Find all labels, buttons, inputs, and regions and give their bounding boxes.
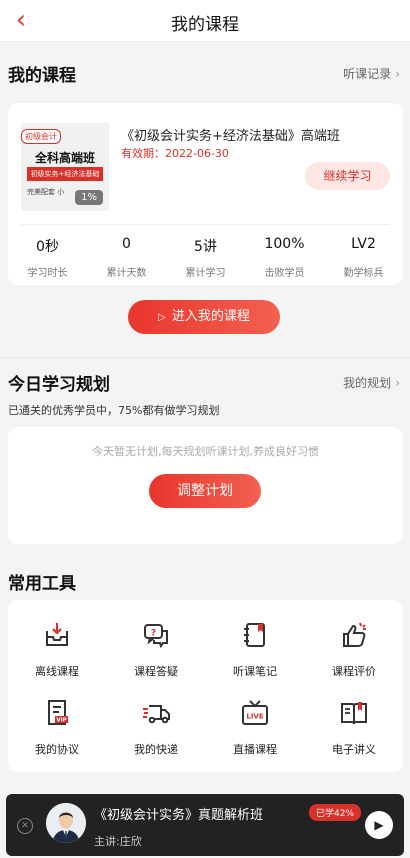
tool-course-qa[interactable]: ? 课程答疑 <box>107 620 205 679</box>
stat-label: 勤学标兵 <box>343 268 384 279</box>
tools-heading: 常用工具 <box>8 574 76 594</box>
tool-label: 离线课程 <box>35 665 79 678</box>
svg-text:?: ? <box>151 629 156 639</box>
top-bar: ‹ 我的课程 <box>0 0 410 42</box>
course-cover[interactable]: 初级会计 全科高端班 初级实务+经济法基础 完美配套 小 1% <box>21 123 109 211</box>
tool-label: 课程评价 <box>332 665 376 678</box>
continue-learning-button[interactable]: 继续学习 <box>305 162 390 190</box>
cover-progress-badge: 1% <box>75 190 103 205</box>
divider <box>21 224 390 225</box>
play-outline-icon: ▷ <box>158 312 166 323</box>
chat-question-icon: ? <box>144 624 168 649</box>
my-plan-link[interactable]: 我的规划 › <box>343 374 400 391</box>
stat-label: 击败学员 <box>264 268 305 279</box>
tool-offline-courses[interactable]: 离线课程 <box>8 620 106 679</box>
cover-main-text: 全科高端班 <box>34 151 95 165</box>
adjust-plan-button[interactable]: 调整计划 <box>149 474 261 508</box>
page-title: 我的课程 <box>171 15 239 35</box>
open-book-icon <box>341 702 367 725</box>
cover-band: 初级实务+经济法基础 <box>27 167 103 181</box>
svg-text:LIVE: LIVE <box>246 713 263 721</box>
tools-card: 离线课程 ? 课程答疑 听课笔记 课程评价 VIP 我的协议 我的快递 LIVE… <box>8 600 403 772</box>
tool-label: 课程答疑 <box>134 665 178 678</box>
stat-label: 学习时长 <box>27 268 68 279</box>
player-progress-badge: 已学42% <box>309 804 362 821</box>
tool-course-review[interactable]: 课程评价 <box>305 620 403 679</box>
svg-text:VIP: VIP <box>56 718 66 724</box>
play-icon[interactable]: ▶ <box>365 811 393 839</box>
close-icon[interactable]: ✕ <box>17 818 33 834</box>
delivery-truck-icon <box>143 705 170 724</box>
tool-e-handouts[interactable]: 电子讲义 <box>305 698 403 757</box>
tool-lecture-notes[interactable]: 听课笔记 <box>206 620 304 679</box>
stat-value: 5讲 <box>194 239 217 255</box>
plan-description: 已通关的优秀学员中，75%都有做学习规划 <box>8 404 220 417</box>
my-plan-link-label: 我的规划 <box>343 376 392 390</box>
stat-label: 累计天数 <box>106 268 147 279</box>
tool-label: 我的快递 <box>134 743 178 756</box>
chevron-right-icon: › <box>395 376 400 390</box>
course-stats: 0秒学习时长 0 累计天数 5讲累计学习 100% 击败学员 LV2 勤学标兵 <box>8 230 403 290</box>
section-separator <box>0 357 410 359</box>
plan-empty-text: 今天暂无计划,每天规划听课计划,养成良好习惯 <box>92 445 319 458</box>
stat-value: 0秒 <box>36 239 59 255</box>
stat-item: 100% 击败学员 <box>245 230 324 290</box>
player-course-title: 《初级会计实务》真题解析班 <box>94 808 264 823</box>
plan-heading: 今日学习规划 <box>8 375 110 395</box>
tool-my-agreements[interactable]: VIP 我的协议 <box>8 698 106 757</box>
tool-label: 我的协议 <box>35 743 79 756</box>
stat-value: LV2 <box>351 236 376 252</box>
stat-item: 0秒学习时长 <box>8 230 87 290</box>
teacher-avatar <box>46 803 86 843</box>
tool-my-delivery[interactable]: 我的快递 <box>107 698 205 757</box>
my-courses-heading: 我的课程 <box>8 66 76 86</box>
stat-value: 0 <box>122 236 131 252</box>
course-expire: 有效期：2022-06-30 <box>121 147 229 160</box>
enter-my-courses-button[interactable]: ▷ 进入我的课程 <box>128 300 280 334</box>
stat-value: 100% <box>264 236 305 252</box>
vip-document-icon: VIP <box>48 700 68 725</box>
cover-sub: 完美配套 小 <box>27 188 65 196</box>
live-tv-icon: LIVE <box>242 700 268 725</box>
cover-tag: 初级会计 <box>21 129 61 144</box>
mini-player[interactable]: ✕ 《初级会计实务》真题解析班 主讲:庄欣 已学42% ▶ <box>6 794 404 856</box>
chevron-right-icon: › <box>395 67 400 81</box>
enter-my-courses-label: 进入我的课程 <box>171 309 250 324</box>
history-link[interactable]: 听课记录 › <box>343 65 400 82</box>
history-link-label: 听课记录 <box>343 67 392 81</box>
notebook-icon <box>244 623 265 647</box>
stat-item: LV2 勤学标兵 <box>324 230 403 290</box>
stat-label: 累计学习 <box>185 268 226 279</box>
tool-live-courses[interactable]: LIVE 直播课程 <box>206 698 304 757</box>
tool-label: 听课笔记 <box>233 665 277 678</box>
tool-label: 直播课程 <box>233 743 277 756</box>
player-teacher: 主讲:庄欣 <box>94 835 142 848</box>
course-name[interactable]: 《初级会计实务+经济法基础》高端班 <box>121 125 340 144</box>
plan-card: 今天暂无计划,每天规划听课计划,养成良好习惯 调整计划 <box>8 427 403 544</box>
stat-item: 0 累计天数 <box>87 230 166 290</box>
thumb-up-icon <box>343 622 366 647</box>
download-tray-icon <box>46 623 68 646</box>
course-card[interactable]: 初级会计 全科高端班 初级实务+经济法基础 完美配套 小 1% 《初级会计实务+… <box>8 103 403 285</box>
tool-label: 电子讲义 <box>332 743 376 756</box>
stat-item: 5讲累计学习 <box>166 230 245 290</box>
avatar-image <box>46 803 86 843</box>
